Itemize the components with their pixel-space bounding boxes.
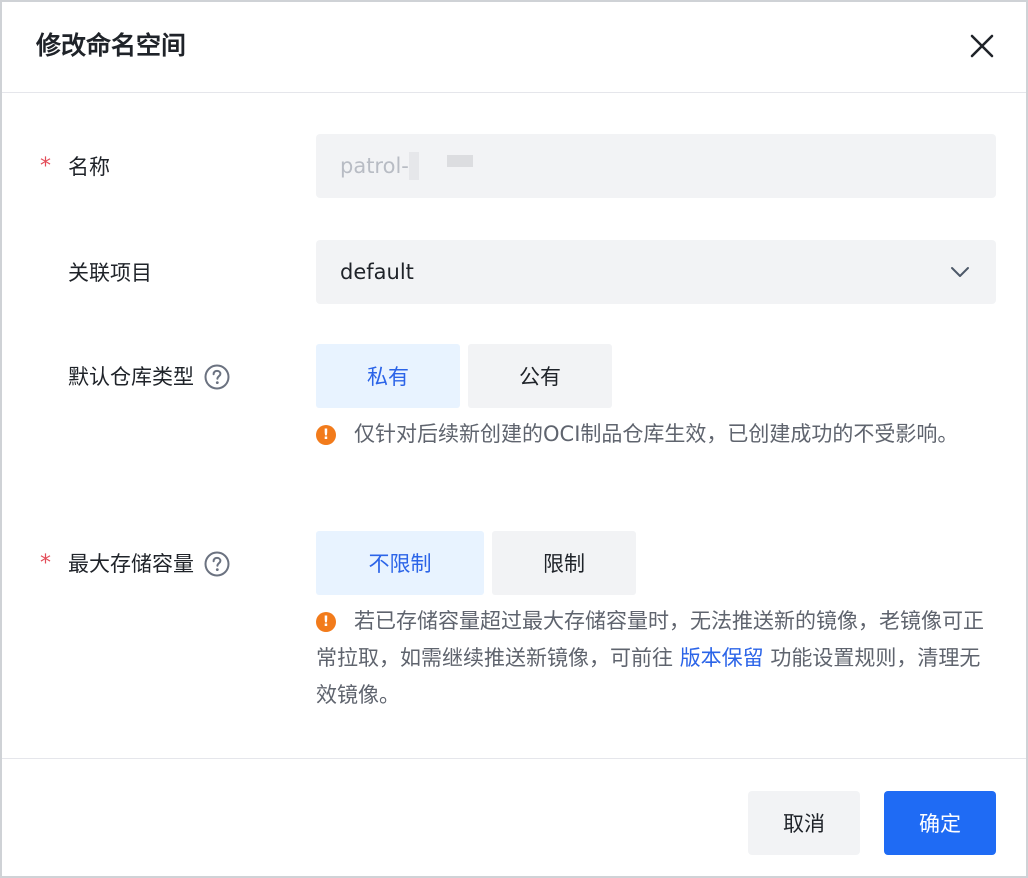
dialog-footer: 取消 确定: [2, 758, 1026, 877]
max-storage-label-text: 最大存储容量: [68, 552, 194, 576]
repo-type-hint: ! 仅针对后续新创建的OCI制品仓库生效，已创建成功的不受影响。: [316, 416, 996, 453]
name-label-text: 名称: [68, 155, 110, 179]
cancel-button[interactable]: 取消: [748, 791, 860, 855]
close-icon[interactable]: [966, 30, 998, 62]
max-storage-label: 最大存储容量: [68, 549, 230, 579]
confirm-button[interactable]: 确定: [884, 791, 996, 855]
repo-type-private-option[interactable]: 私有: [316, 344, 460, 408]
required-mark: *: [40, 154, 51, 179]
version-retention-link[interactable]: 版本保留: [680, 646, 764, 670]
storage-unlimited-option[interactable]: 不限制: [316, 531, 484, 595]
dialog-title: 修改命名空间: [36, 31, 187, 60]
repo-type-public-option[interactable]: 公有: [468, 344, 612, 408]
storage-limited-option[interactable]: 限制: [492, 531, 636, 595]
help-circle-icon[interactable]: [204, 551, 230, 577]
max-storage-hint: ! 若已存储容量超过最大存储容量时，无法推送新的镜像，老镜像可正常拉取，如需继续推…: [316, 603, 996, 714]
help-circle-icon[interactable]: [204, 364, 230, 390]
repo-type-label: 默认仓库类型: [68, 362, 230, 392]
name-value: patrol-: [340, 154, 409, 178]
edit-namespace-dialog: 修改命名空间 * 名称 patrol- 关联项目 default 默认仓库类型: [0, 0, 1028, 878]
name-input: patrol-: [316, 134, 996, 198]
repo-type-hint-text: 仅针对后续新创建的OCI制品仓库生效，已创建成功的不受影响。: [354, 422, 959, 446]
required-mark: *: [40, 551, 51, 576]
project-selected-value: default: [340, 260, 414, 284]
project-label: 关联项目: [68, 258, 152, 288]
warning-circle-icon: !: [316, 612, 336, 632]
warning-circle-icon: !: [316, 425, 336, 445]
name-label: 名称: [68, 152, 110, 182]
project-select[interactable]: default: [316, 240, 996, 304]
project-label-text: 关联项目: [68, 261, 152, 285]
redacted-block: [446, 155, 473, 167]
dialog-header: 修改命名空间: [2, 2, 1026, 93]
chevron-down-icon: [951, 267, 969, 277]
repo-type-label-text: 默认仓库类型: [68, 365, 194, 389]
redacted-block: [408, 152, 419, 180]
